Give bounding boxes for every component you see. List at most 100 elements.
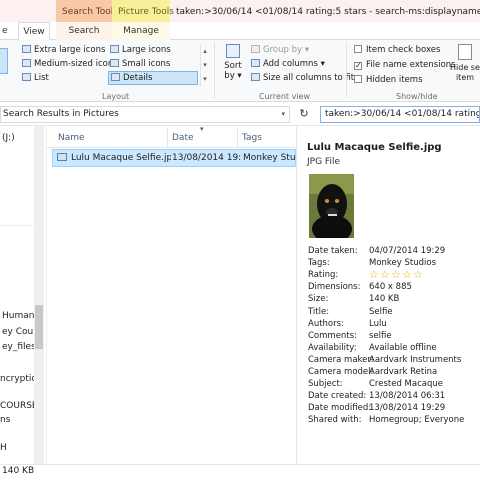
window-title: taken:>30/06/14 <01/08/14 rating:5 stars… [176, 7, 480, 17]
size-columns-icon [251, 73, 260, 81]
context-tab-picture-tools: Picture Tools [112, 0, 174, 22]
property-value[interactable]: 13/08/2014 06:31 [369, 391, 445, 401]
sort-arrow-icon: ▾ [200, 125, 204, 133]
nav-item[interactable]: ey_files [2, 341, 36, 353]
property-label: Availability: [308, 343, 357, 353]
tab-view[interactable]: View [18, 22, 50, 41]
sort-by-button[interactable]: Sort by ▾ [222, 44, 244, 88]
layout-group-label: Layout [102, 92, 130, 101]
small-icons-icon [110, 59, 119, 67]
column-header-row: Name Date ▾ Tags [46, 125, 296, 148]
hidden-items-toggle[interactable]: Hidden items [354, 74, 423, 86]
column-header-tags[interactable]: Tags [238, 128, 296, 148]
hide-selected-items-button[interactable]: Hide selec item [450, 44, 480, 88]
property-label: Camera model: [308, 367, 374, 377]
property-label: Subject: [308, 379, 343, 389]
star-icon[interactable]: ☆ [380, 269, 390, 280]
large-icons-icon [110, 45, 119, 53]
file-name-extensions-toggle[interactable]: ✓ File name extensions [354, 59, 456, 71]
layout-gallery-scroll[interactable]: ▴ ▾ ▾ [200, 44, 209, 86]
nav-item[interactable]: ncryptio [0, 373, 37, 385]
file-list [46, 126, 296, 464]
refresh-icon[interactable]: ↻ [297, 107, 311, 121]
group-by-button[interactable]: Group by ▾ [251, 44, 309, 56]
checkbox-checked[interactable]: ✓ [354, 62, 362, 70]
property-label: Authors: [308, 319, 344, 329]
property-value[interactable]: 640 x 885 [369, 282, 412, 292]
property-label: Comments: [308, 331, 357, 341]
property-label: Shared with: [308, 415, 362, 425]
preview-thumbnail [309, 174, 354, 238]
layout-details[interactable]: Details [108, 71, 198, 85]
property-label: Dimensions: [308, 282, 361, 292]
file-tags-cell: Monkey Studios [243, 153, 295, 163]
status-text: 140 KB [2, 466, 35, 476]
layout-small-icons[interactable]: Small icons [110, 58, 170, 70]
ribbon-separator [346, 42, 347, 98]
sort-by-icon [226, 44, 240, 58]
star-icon[interactable]: ☆ [391, 269, 401, 280]
layout-extra-large-icons[interactable]: Extra large icons [22, 44, 105, 56]
nav-item[interactable]: COURSE [0, 400, 38, 412]
property-value[interactable]: 13/08/2014 19:29 [369, 403, 445, 413]
nav-item[interactable]: (J:) [2, 132, 15, 144]
layout-medium-icons[interactable]: Medium-sized icons [22, 58, 118, 70]
tab-home-partial[interactable]: e [0, 22, 14, 40]
property-value[interactable]: Available offline [369, 343, 437, 353]
property-label: Title: [308, 307, 330, 317]
tab-search[interactable]: Search [56, 22, 112, 40]
checkbox[interactable] [354, 75, 362, 83]
layout-list[interactable]: List [22, 72, 49, 84]
nav-scrollbar-thumb[interactable] [35, 305, 43, 349]
ribbon: Extra large icons Large icons Medium-siz… [0, 40, 480, 102]
nav-item[interactable]: H [0, 442, 7, 454]
hide-selected-icon [458, 44, 472, 60]
star-icon[interactable]: ☆ [413, 269, 423, 280]
property-value[interactable]: Selfie [369, 307, 393, 317]
checkbox[interactable] [354, 45, 362, 53]
search-input[interactable]: taken:>30/06/14 <01/08/14 rating:5 stars [320, 106, 480, 123]
property-value[interactable]: Monkey Studios [369, 258, 436, 268]
star-icon[interactable]: ☆ [369, 269, 379, 280]
property-value[interactable]: selfie [369, 331, 392, 341]
extra-large-icons-icon [22, 45, 31, 53]
ribbon-tab-row: e View Search Manage [0, 22, 480, 41]
navigation-pane-button[interactable] [0, 48, 8, 74]
property-label: Tags: [308, 258, 330, 268]
property-value[interactable]: Homegroup; Everyone [369, 415, 464, 425]
context-tab-search-tools: Search Tools [56, 0, 118, 22]
preview-file-type: JPG File [307, 157, 340, 167]
layout-large-icons[interactable]: Large icons [110, 44, 171, 56]
property-label: Camera maker: [308, 355, 374, 365]
nav-divider [0, 225, 34, 226]
status-bar [0, 464, 480, 480]
nav-scrollbar[interactable] [34, 126, 44, 464]
medium-icons-icon [22, 59, 31, 67]
property-value[interactable]: 140 KB [369, 294, 399, 304]
property-label: Rating: [308, 270, 339, 280]
property-value[interactable]: Aardvark Retina [369, 367, 437, 377]
property-value[interactable]: Lulu [369, 319, 387, 329]
column-header-name[interactable]: Name [46, 128, 168, 148]
item-check-boxes-toggle[interactable]: Item check boxes [354, 44, 440, 56]
nav-item[interactable]: ns [0, 414, 10, 426]
rating-stars[interactable]: ☆☆☆☆☆ [369, 269, 424, 281]
property-value[interactable]: Crested Macaque [369, 379, 443, 389]
star-icon[interactable]: ☆ [402, 269, 412, 280]
property-value[interactable]: Aardvark Instruments [369, 355, 461, 365]
group-by-icon [251, 45, 260, 53]
size-all-columns-button[interactable]: Size all columns to fit [251, 72, 354, 84]
address-row: Search Results in Pictures ▾ ↻ taken:>30… [0, 103, 480, 126]
show-hide-group-label: Show/hide [396, 92, 438, 101]
add-columns-button[interactable]: Add columns ▾ [251, 58, 325, 70]
address-dropdown-icon[interactable]: ▾ [281, 107, 285, 122]
tab-manage[interactable]: Manage [112, 22, 170, 40]
details-icon [111, 73, 120, 81]
explorer-window: { "title_bar": { "context_tab_search": "… [0, 0, 480, 480]
file-date-cell: 13/08/2014 19:29 [172, 153, 242, 163]
address-bar[interactable]: Search Results in Pictures ▾ [0, 106, 290, 123]
property-value[interactable]: 04/07/2014 19:29 [369, 246, 445, 256]
table-row[interactable]: Lulu Macaque Selfie.jpg 13/08/2014 19:29… [52, 149, 296, 167]
current-view-group-label: Current view [259, 92, 311, 101]
property-label: Date created: [308, 391, 367, 401]
